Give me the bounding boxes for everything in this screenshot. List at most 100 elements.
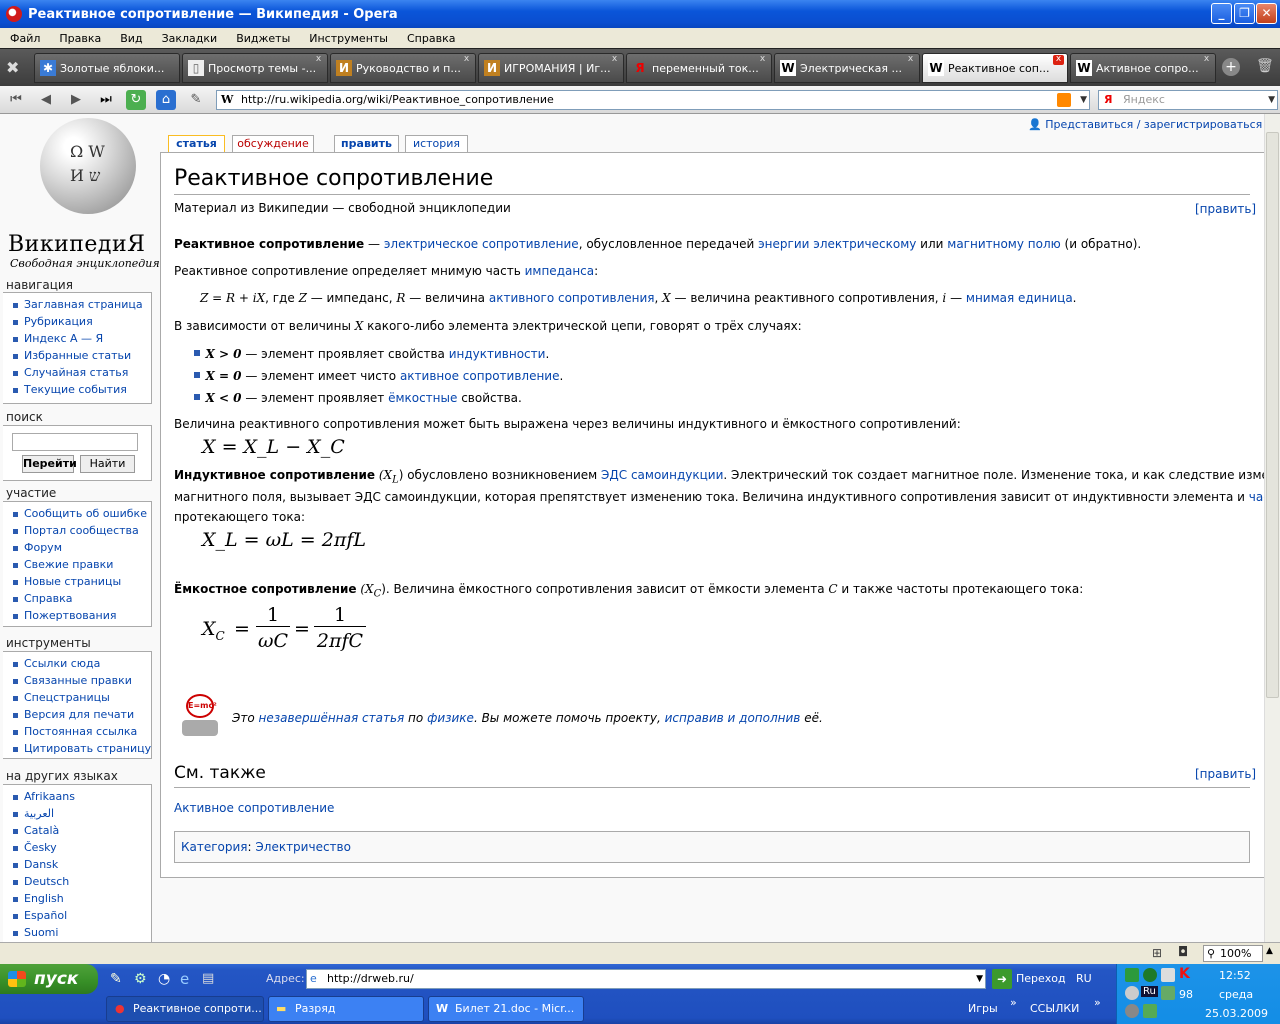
- tab-close-icon[interactable]: x: [313, 55, 324, 65]
- tray-icon[interactable]: [1143, 1004, 1157, 1018]
- sidebar-language-link-0[interactable]: Afrikaans: [9, 788, 151, 805]
- games-toolbar[interactable]: Игры: [968, 1002, 998, 1015]
- link-active-resistance-2[interactable]: активное сопротивление: [400, 369, 560, 383]
- sidebar-nav-link-3[interactable]: Избранные статьи: [9, 347, 151, 364]
- network-icon[interactable]: [1161, 968, 1175, 982]
- sidebar-nav-link-2[interactable]: Индекс А — Я: [9, 330, 151, 347]
- camera-icon[interactable]: ◘: [1178, 945, 1188, 960]
- go-button[interactable]: Переход: [1016, 972, 1066, 985]
- link-category[interactable]: Категория: [181, 840, 248, 854]
- tray-icon[interactable]: [1125, 986, 1139, 1000]
- sidebar-participate-link-1[interactable]: Портал сообщества: [9, 522, 151, 539]
- sidebar-language-link-8[interactable]: Suomi: [9, 924, 151, 941]
- close-button[interactable]: ✕: [1256, 3, 1277, 24]
- trash-icon[interactable]: 🗑: [1256, 58, 1274, 76]
- tab-close-icon[interactable]: x: [757, 55, 768, 65]
- sidebar-language-link-7[interactable]: Español: [9, 907, 151, 924]
- tab-discussion[interactable]: обсуждение: [232, 135, 314, 152]
- go-button[interactable]: Перейти: [22, 455, 77, 473]
- sidebar-language-link-1[interactable]: العربية: [9, 805, 151, 822]
- sidebar-nav-link-0[interactable]: Заглавная страница: [9, 296, 151, 313]
- edit-section-link[interactable]: [править]: [1195, 202, 1256, 216]
- tab-5[interactable]: Япеременный ток... x: [626, 53, 772, 83]
- taskbar-item-opera[interactable]: ● Реактивное сопроти...: [106, 996, 264, 1022]
- menu-view[interactable]: Вид: [110, 32, 151, 45]
- sidebar-tools-link-4[interactable]: Постоянная ссылка: [9, 723, 151, 740]
- kaspersky-icon[interactable]: K: [1179, 966, 1190, 982]
- tray-icon[interactable]: [1143, 968, 1157, 982]
- chevron-up-icon[interactable]: ▲: [1266, 946, 1273, 956]
- tab-close-icon[interactable]: x: [609, 55, 620, 65]
- menu-widgets[interactable]: Виджеты: [226, 32, 299, 45]
- menu-edit[interactable]: Правка: [49, 32, 110, 45]
- start-button[interactable]: пуск: [0, 964, 98, 994]
- panel-icon[interactable]: ⊞: [1152, 946, 1162, 960]
- rewind-icon[interactable]: ⏮: [6, 90, 26, 110]
- search-input[interactable]: Я Яндекс ▼: [1098, 90, 1278, 110]
- chevron-down-icon[interactable]: ▼: [1268, 91, 1275, 109]
- link-stub[interactable]: незавершённая статья: [259, 711, 405, 725]
- sidebar-tools-link-2[interactable]: Спецстраницы: [9, 689, 151, 706]
- link-impedance[interactable]: импеданса: [525, 264, 595, 278]
- taskbar-item-folder[interactable]: ▬ Разряд: [268, 996, 424, 1022]
- language-indicator[interactable]: RU: [1076, 972, 1092, 985]
- sidebar-nav-link-4[interactable]: Случайная статья: [9, 364, 151, 381]
- tray-language[interactable]: Ru: [1141, 986, 1158, 997]
- sidebar-participate-link-2[interactable]: Форум: [9, 539, 151, 556]
- zoom-select[interactable]: ⚲ 100%: [1203, 945, 1263, 962]
- chevron-down-icon[interactable]: ▼: [1080, 91, 1087, 109]
- menu-bookmarks[interactable]: Закладки: [152, 32, 227, 45]
- tab-article[interactable]: статья: [168, 135, 225, 152]
- quicklaunch-icon[interactable]: ⚙: [134, 971, 147, 987]
- sidebar-participate-link-5[interactable]: Справка: [9, 590, 151, 607]
- ie-icon[interactable]: e: [180, 970, 189, 988]
- links-toolbar[interactable]: ССЫЛКИ: [1030, 1002, 1079, 1015]
- sidebar-language-link-3[interactable]: Česky: [9, 839, 151, 856]
- link-self-induction-emf[interactable]: ЭДС самоиндукции: [601, 468, 723, 482]
- tab-8[interactable]: W Активное сопро... x: [1070, 53, 1216, 83]
- find-button[interactable]: Найти: [80, 455, 135, 473]
- tray-icon[interactable]: [1161, 986, 1175, 1000]
- edit-section-link-2[interactable]: [править]: [1195, 767, 1256, 781]
- link-electric-resistance[interactable]: электрическое сопротивление: [384, 237, 579, 251]
- taskbar-item-word[interactable]: W Билет 21.doc - Micr...: [428, 996, 584, 1022]
- login-link[interactable]: 👤 Представиться / зарегистрироваться: [1028, 118, 1262, 131]
- sidebar-participate-link-3[interactable]: Свежие правки: [9, 556, 151, 573]
- taskbar-address-input[interactable]: e http://drweb.ru/▼: [306, 969, 986, 989]
- tab-6[interactable]: W Электрическая ... x: [774, 53, 920, 83]
- sidebar-language-link-4[interactable]: Dansk: [9, 856, 151, 873]
- maximize-button[interactable]: ❐: [1234, 3, 1255, 24]
- tab-2[interactable]: ▯ Просмотр темы -... x: [182, 53, 328, 83]
- tray-icon[interactable]: [1125, 1004, 1139, 1018]
- tab-history[interactable]: история: [405, 135, 468, 152]
- sidebar-participate-link-0[interactable]: Сообщить об ошибке: [9, 505, 151, 522]
- sidebar-participate-link-4[interactable]: Новые страницы: [9, 573, 151, 590]
- tab-1[interactable]: ✱ Золотые яблоки...: [34, 53, 180, 83]
- rss-icon[interactable]: [1057, 93, 1071, 107]
- link-active-resistance[interactable]: активного сопротивления: [489, 291, 655, 305]
- tab-7-active[interactable]: W Реактивное соп... x: [922, 53, 1068, 83]
- minimize-button[interactable]: _: [1211, 3, 1232, 24]
- menu-help[interactable]: Справка: [397, 32, 464, 45]
- menu-file[interactable]: Файл: [0, 32, 49, 45]
- go-arrow-icon[interactable]: ➜: [992, 969, 1012, 989]
- link-inductance[interactable]: индуктивности: [449, 347, 546, 361]
- sidebar-language-link-5[interactable]: Deutsch: [9, 873, 151, 890]
- tab-close-icon[interactable]: x: [1201, 55, 1212, 65]
- link-physics[interactable]: физике: [427, 711, 474, 725]
- quicklaunch-icon[interactable]: ✎: [110, 971, 122, 987]
- chevron-down-icon[interactable]: ▼: [976, 970, 983, 988]
- sidebar-tools-link-1[interactable]: Связанные правки: [9, 672, 151, 689]
- wiki-search-input[interactable]: [12, 433, 138, 451]
- sidebar-tools-link-5[interactable]: Цитировать страницу: [9, 740, 151, 757]
- menu-tools[interactable]: Инструменты: [299, 32, 397, 45]
- tools-panel-icon[interactable]: ✖: [6, 58, 26, 78]
- scrollbar-thumb[interactable]: [1266, 132, 1279, 698]
- link-edit-improve[interactable]: исправив и дополнив: [665, 711, 801, 725]
- link-see-active-resistance[interactable]: Активное сопротивление: [174, 801, 334, 815]
- tab-4[interactable]: И ИГРОМАНИЯ | Иг... x: [478, 53, 624, 83]
- back-icon[interactable]: ◀: [36, 90, 56, 110]
- tab-close-icon[interactable]: x: [1053, 55, 1064, 65]
- tab-close-icon[interactable]: x: [461, 55, 472, 65]
- wikipedia-globe-logo[interactable]: Ω W И ש: [40, 118, 136, 214]
